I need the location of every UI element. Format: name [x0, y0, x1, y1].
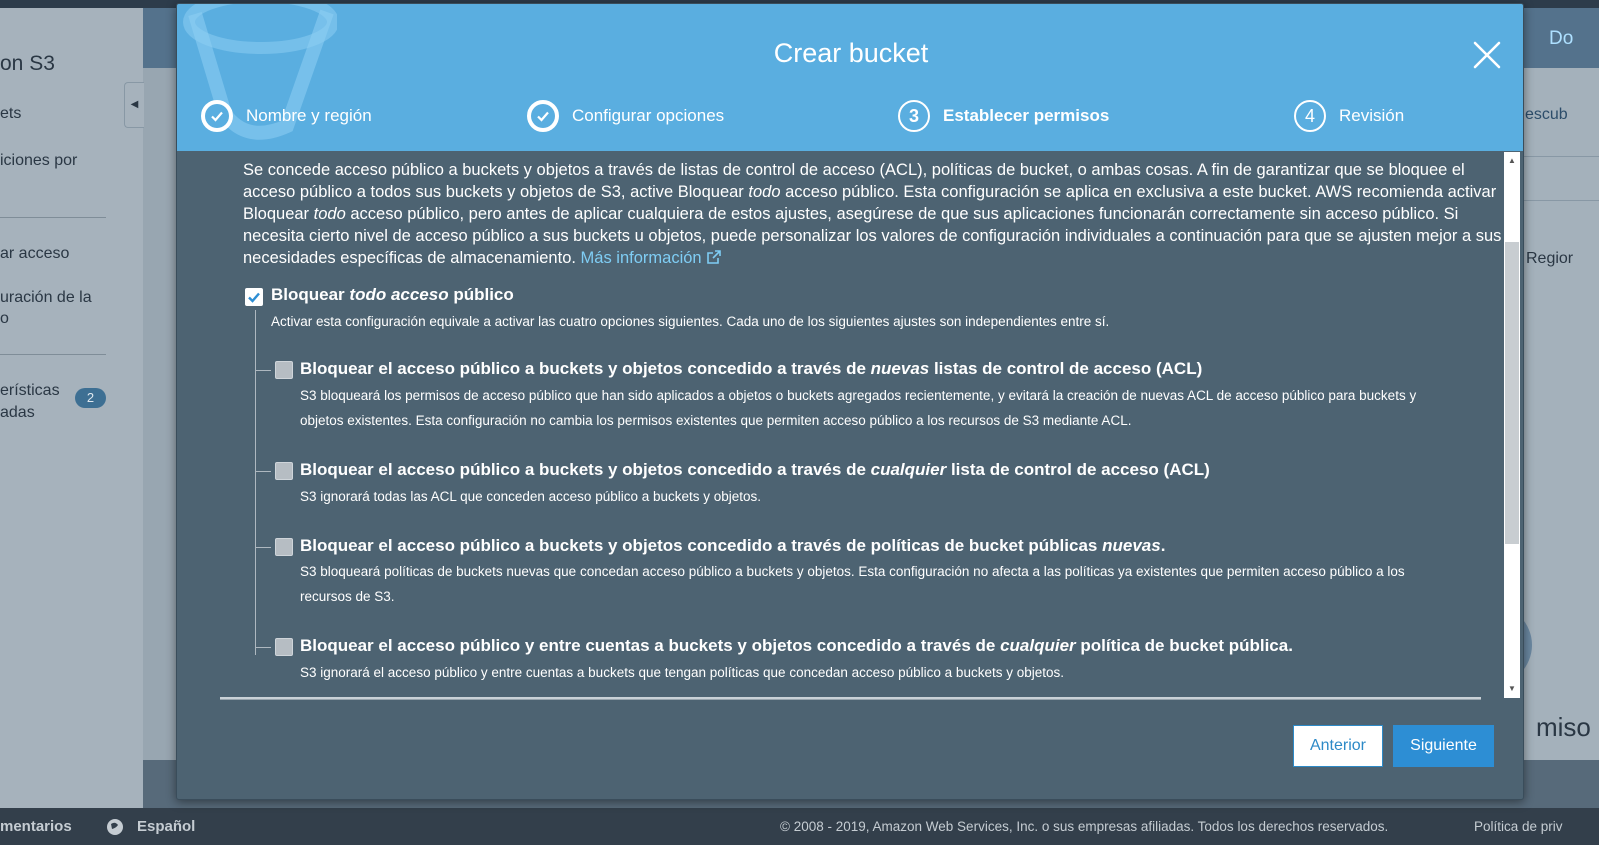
check-circle-icon — [527, 100, 559, 132]
vertical-scrollbar[interactable]: ▲ ▼ — [1504, 152, 1520, 698]
sidebar-divider — [0, 354, 106, 355]
block-all-public-access-label[interactable]: Bloquear todo acceso público — [271, 285, 514, 305]
block-new-acls-checkbox[interactable] — [275, 361, 293, 379]
tree-branch — [255, 647, 271, 648]
block-new-acls-label[interactable]: Bloquear el acceso público a buckets y o… — [300, 359, 1202, 379]
block-new-policies-checkbox[interactable] — [275, 538, 293, 556]
more-info-link[interactable]: Más información — [581, 249, 722, 267]
sidebar-item-configuration-cont: o — [0, 310, 9, 327]
scroll-down-icon[interactable]: ▼ — [1504, 682, 1520, 696]
create-bucket-modal: Crear bucket Nombre y región Configurar … — [176, 3, 1524, 800]
tree-branch — [255, 471, 271, 472]
step-review[interactable]: 4 Revisión — [1294, 99, 1404, 133]
intro-paragraph: Se concede acceso público a buckets y ob… — [243, 161, 1502, 267]
tree-branch — [255, 370, 271, 371]
sidebar-item-block-access[interactable]: ar acceso — [0, 243, 69, 264]
block-new-policies-label[interactable]: Bloquear el acceso público a buckets y o… — [300, 536, 1165, 556]
right-panel — [1524, 68, 1599, 762]
block-new-acls-description: S3 bloqueará los permisos de acceso públ… — [300, 388, 1417, 428]
step-name-region[interactable]: Nombre y región — [201, 99, 372, 133]
block-any-policies-label[interactable]: Bloquear el acceso público y entre cuent… — [300, 636, 1293, 656]
footer-privacy-link[interactable]: Política de priv — [1474, 819, 1563, 834]
step-label: Revisión — [1339, 106, 1405, 125]
block-new-policies-description: S3 bloqueará políticas de buckets nuevas… — [300, 564, 1405, 604]
external-link-icon — [706, 250, 721, 264]
close-button[interactable] — [1470, 38, 1504, 72]
close-icon — [1473, 41, 1501, 69]
block-all-public-access-checkbox[interactable] — [245, 288, 263, 306]
block-any-acls-checkbox[interactable] — [275, 462, 293, 480]
block-any-policies-checkbox[interactable] — [275, 638, 293, 656]
step-number-circle: 4 — [1294, 100, 1326, 132]
modal-title: Crear bucket — [773, 38, 929, 68]
sidebar-title: on S3 — [0, 52, 55, 75]
block-any-acls-description: S3 ignorará todas las ACL que conceden a… — [300, 489, 762, 504]
checkmark-icon — [248, 292, 260, 303]
sidebar-item-buckets[interactable]: ets — [0, 103, 21, 124]
footer-comments-link[interactable]: mentarios — [0, 818, 72, 835]
wizard-steps: Nombre y región Configurar opciones 3 Es… — [177, 99, 1523, 139]
scroll-up-icon[interactable]: ▲ — [1504, 154, 1520, 168]
previous-button[interactable]: Anterior — [1293, 725, 1383, 767]
footer-language-selector[interactable]: Español — [137, 818, 195, 835]
block-any-policies-description: S3 ignorará el acceso público y entre cu… — [300, 665, 1064, 680]
sidebar-collapse-toggle[interactable]: ◀ — [124, 82, 144, 128]
sidebar-item-features[interactable]: erísticas — [0, 380, 60, 401]
right-panel-divider — [1524, 200, 1599, 201]
page-footer: mentarios Español © 2008 - 2019, Amazon … — [0, 808, 1599, 845]
footer-divider — [220, 697, 1481, 700]
check-circle-icon — [201, 100, 233, 132]
step-set-permissions[interactable]: 3 Establecer permisos — [898, 99, 1109, 133]
next-button[interactable]: Siguiente — [1393, 725, 1494, 767]
block-all-public-access-description: Activar esta configuración equivale a ac… — [271, 314, 1110, 329]
step-configure-options[interactable]: Configurar opciones — [527, 99, 724, 133]
region-label: Regior — [1526, 250, 1574, 267]
block-any-acls-label[interactable]: Bloquear el acceso público a buckets y o… — [300, 460, 1210, 480]
sidebar-divider — [0, 217, 106, 218]
tree-branch — [255, 547, 271, 548]
permissions-scroll-area[interactable]: Se concede acceso público a buckets y ob… — [177, 151, 1523, 699]
modal-header: Crear bucket Nombre y región Configurar … — [177, 4, 1523, 151]
step-label: Nombre y región — [246, 106, 372, 125]
sidebar-item-operations[interactable]: iciones por — [0, 150, 77, 171]
sidebar: on S3 ets iciones por ar acceso uración … — [0, 8, 143, 826]
footer-copyright: © 2008 - 2019, Amazon Web Services, Inc.… — [780, 819, 1389, 834]
header-right-link[interactable]: Do — [1549, 28, 1573, 50]
sidebar-item-features-cont: adas — [0, 404, 35, 421]
permissions-heading: miso — [1536, 712, 1591, 742]
tree-connector — [255, 310, 256, 655]
features-count-badge: 2 — [75, 388, 106, 408]
step-number-circle: 3 — [898, 100, 930, 132]
right-panel-divider — [1524, 156, 1599, 157]
sidebar-item-configuration[interactable]: uración de la — [0, 287, 92, 308]
describe-link[interactable]: escub — [1525, 106, 1568, 124]
step-label: Establecer permisos — [943, 106, 1110, 125]
globe-icon — [106, 818, 124, 840]
step-label: Configurar opciones — [572, 106, 725, 125]
scrollbar-thumb[interactable] — [1505, 242, 1519, 544]
